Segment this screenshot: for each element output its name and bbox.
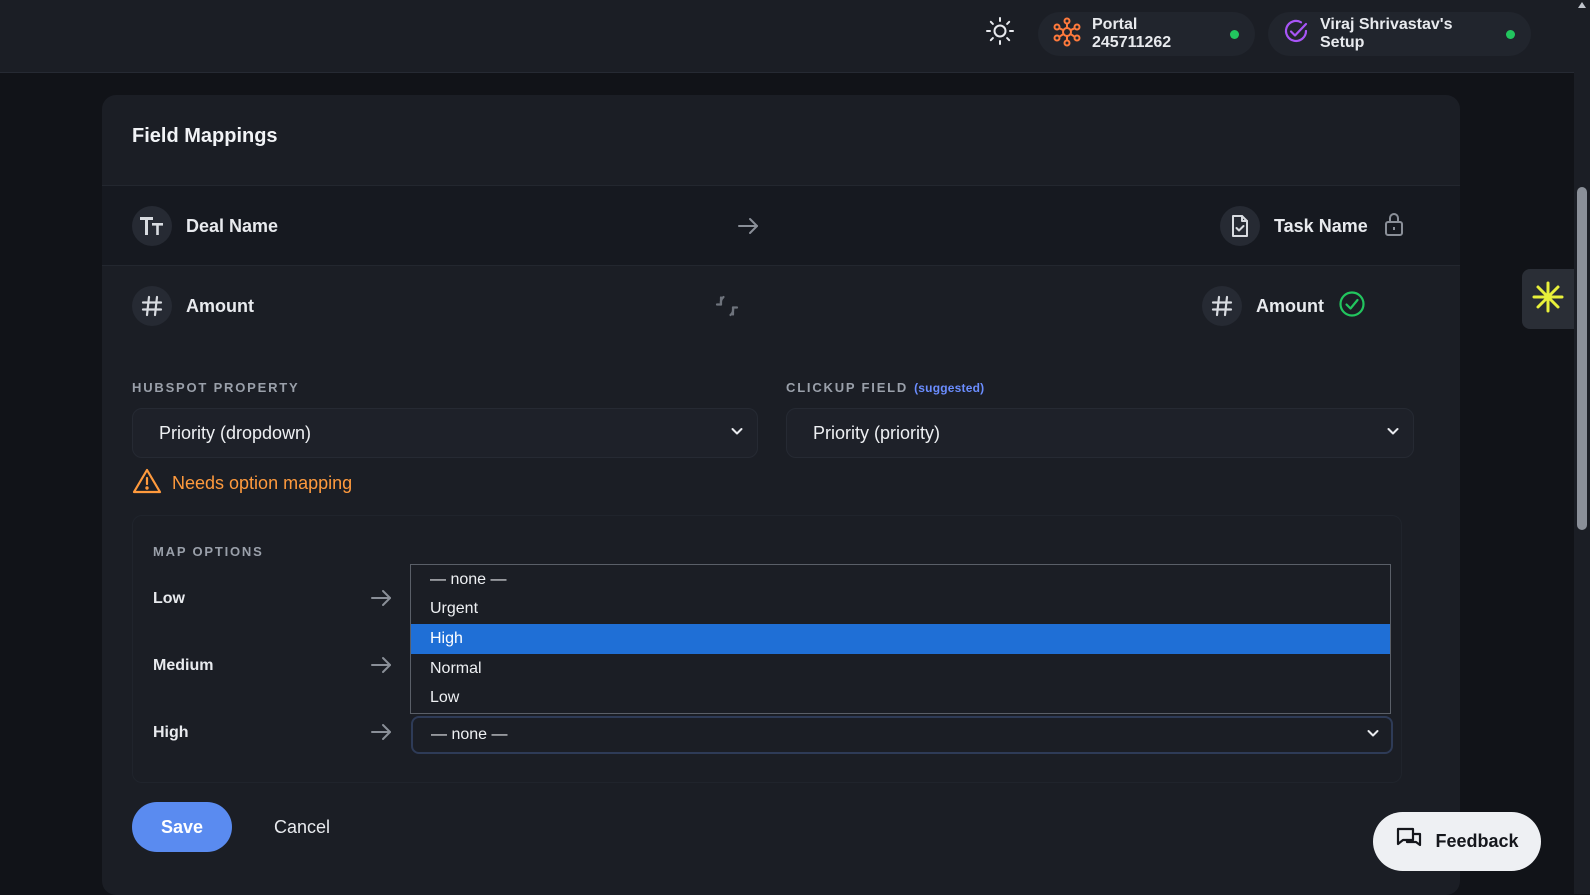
clickup-field-label-text: CLICKUP FIELD <box>786 380 909 395</box>
clickup-field-select[interactable]: Priority (priority) <box>786 408 1414 458</box>
map-option-label-medium: Medium <box>153 657 214 674</box>
arrow-right-icon <box>369 653 393 682</box>
text-type-icon <box>132 206 172 246</box>
map-option-label-high: High <box>153 724 189 741</box>
field-mappings-card: Field Mappings Deal Name Task Name Amoun… <box>102 95 1460 895</box>
dropdown-option-normal[interactable]: Normal <box>411 654 1390 684</box>
card-title: Field Mappings <box>132 125 278 147</box>
portal-selector[interactable]: Portal 245711262 <box>1038 12 1255 56</box>
map-options-title: MAP OPTIONS <box>153 544 264 559</box>
theme-toggle-button[interactable] <box>982 15 1018 51</box>
warning-text: Needs option mapping <box>172 473 353 493</box>
map-option-select-value: — none — <box>431 726 508 743</box>
setup-selector[interactable]: Viraj Shrivastav's Setup <box>1268 12 1531 56</box>
assistant-widget-button[interactable] <box>1522 269 1574 329</box>
clickup-field-label: Task Name <box>1274 215 1368 236</box>
arrow-right-icon <box>369 586 393 615</box>
top-bar: Portal 245711262 Viraj Shrivastav's Setu… <box>0 0 1574 73</box>
clickup-field-value: Priority (priority) <box>813 422 941 443</box>
scrollbar-thumb[interactable] <box>1577 187 1587 530</box>
hash-icon <box>1202 286 1242 326</box>
lock-icon <box>1382 211 1406 242</box>
clickup-check-icon <box>1282 18 1310 51</box>
warning-triangle-icon <box>132 467 162 500</box>
option-mapping-warning: Needs option mapping <box>132 467 352 500</box>
cancel-button[interactable]: Cancel <box>274 802 330 852</box>
hubspot-property-select[interactable]: Priority (dropdown) <box>132 408 758 458</box>
save-button[interactable]: Save <box>132 802 232 852</box>
chevron-down-icon <box>1365 725 1381 746</box>
dropdown-option-none[interactable]: — none — <box>411 565 1390 595</box>
dropdown-option-high[interactable]: High <box>411 624 1390 654</box>
arrow-right-icon <box>369 720 393 749</box>
mapping-row-amount[interactable]: Amount Amount <box>102 265 1460 345</box>
option-dropdown-list: — none — Urgent High Normal Low <box>410 564 1391 714</box>
sparkle-asterisk-icon <box>1531 280 1565 319</box>
arrow-right-icon <box>736 214 760 243</box>
document-check-icon <box>1220 206 1260 246</box>
map-option-label-low: Low <box>153 590 185 607</box>
sun-icon <box>985 16 1015 51</box>
scrollbar-track[interactable] <box>1574 0 1590 894</box>
chevron-down-icon <box>729 423 745 444</box>
setup-label: Viraj Shrivastav's Setup <box>1320 16 1453 51</box>
scroll-up-arrow-icon[interactable] <box>1578 2 1586 8</box>
feedback-label: Feedback <box>1435 831 1519 851</box>
chevron-down-icon <box>1385 423 1401 444</box>
map-option-select-high[interactable]: — none — <box>411 716 1393 754</box>
clickup-field-section-label: CLICKUP FIELD (suggested) <box>786 380 984 395</box>
chat-bubbles-icon <box>1395 826 1423 857</box>
hubspot-field-label: Amount <box>186 295 254 316</box>
check-circle-icon <box>1338 290 1366 323</box>
setup-status-dot <box>1506 29 1515 39</box>
hubspot-field-label: Deal Name <box>186 215 279 236</box>
hubspot-property-value: Priority (dropdown) <box>159 422 312 443</box>
suggested-badge: (suggested) <box>914 381 985 395</box>
dropdown-option-low[interactable]: Low <box>411 683 1390 713</box>
mapping-row-deal-name: Deal Name Task Name <box>102 185 1460 265</box>
clickup-field-label: Amount <box>1256 295 1324 316</box>
portal-status-dot <box>1230 29 1239 39</box>
sync-icon <box>714 293 740 324</box>
feedback-button[interactable]: Feedback <box>1373 812 1541 871</box>
hubspot-property-label: HUBSPOT PROPERTY <box>132 380 300 395</box>
hubspot-sprocket-icon <box>1052 17 1082 52</box>
portal-label: Portal 245711262 <box>1092 16 1172 51</box>
dropdown-option-urgent[interactable]: Urgent <box>411 595 1390 625</box>
hash-icon <box>132 286 172 326</box>
